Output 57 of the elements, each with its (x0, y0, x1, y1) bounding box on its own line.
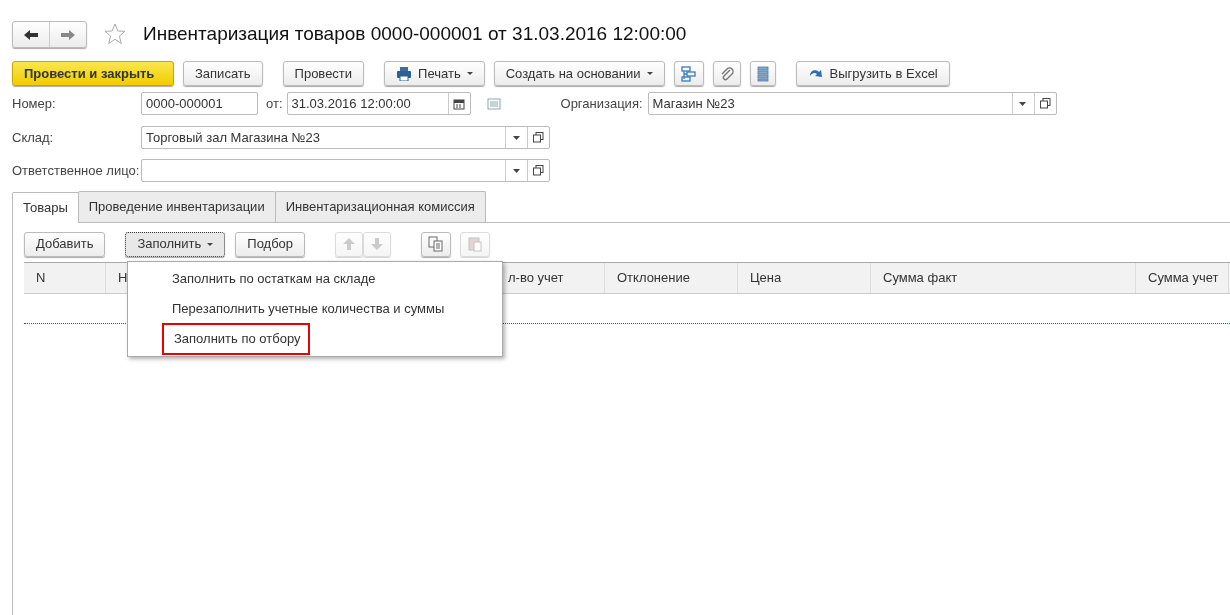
caret-icon (512, 168, 521, 173)
caret-icon (207, 242, 214, 246)
open-icon (1039, 98, 1051, 109)
column-header[interactable]: N (24, 262, 106, 293)
field-label: Номер: (12, 94, 57, 113)
caret-icon (466, 72, 473, 75)
input-field[interactable] (141, 159, 550, 182)
button[interactable]: Выгрузить в Excel (795, 61, 950, 86)
dropdown-button[interactable]: Заполнить (125, 231, 226, 257)
tab[interactable]: Товары (12, 192, 79, 223)
column-header[interactable]: Сумма факт (871, 262, 1136, 293)
tab[interactable]: Инвентаризационная комиссия (274, 191, 486, 222)
column-header[interactable]: Цена (738, 262, 871, 293)
menu-item[interactable]: Заполнить по остаткам на складе (162, 265, 384, 293)
icon-button[interactable] (749, 61, 776, 86)
button[interactable]: Записать (183, 61, 263, 86)
field-label: Организация: (560, 94, 643, 113)
button[interactable]: Провести (282, 61, 365, 86)
field-label: Склад: (12, 128, 55, 147)
open-icon (533, 132, 544, 143)
dropdown-button[interactable]: Печать (384, 61, 485, 86)
dropdown-button[interactable]: Создать на основании (493, 61, 665, 86)
window-title: Инвентаризация товаров 0000-000001 от 31.03.2016 12:00:00 (143, 21, 687, 46)
structure-icon (680, 65, 697, 82)
forward-arrow-icon (60, 28, 76, 41)
paste-icon (467, 236, 484, 252)
comment-icon (486, 98, 501, 111)
input-field[interactable]: Магазин №23 (647, 92, 1057, 115)
button[interactable]: Подбор (235, 231, 306, 257)
up-arrow-icon (342, 237, 357, 251)
icon-button[interactable] (421, 231, 452, 257)
field-label: Ответственное лицо: (12, 161, 141, 180)
calendar-icon (453, 97, 465, 110)
back-arrow-icon (23, 28, 39, 41)
icon-button[interactable] (712, 61, 741, 86)
button[interactable]: Провести и закрыть (12, 61, 174, 86)
field-label: от: (266, 94, 283, 113)
printer-icon (396, 66, 413, 81)
paperclip-icon (719, 65, 734, 82)
caret-icon (646, 72, 653, 75)
down-arrow-icon (370, 237, 385, 251)
caret-icon (1019, 101, 1028, 106)
input-field[interactable]: 0000-000001 (141, 92, 258, 115)
copy-icon (428, 236, 445, 252)
input-field[interactable]: Торговый зал Магазина №23 (141, 126, 550, 149)
menu-item[interactable]: Перезаполнить учетные количества и суммы (162, 295, 453, 323)
button[interactable]: Добавить (24, 231, 106, 257)
column-header[interactable]: Сумма учет (1136, 262, 1229, 293)
column-header[interactable]: Отклонение (605, 262, 738, 293)
caret-icon (512, 135, 521, 140)
list-icon (756, 65, 769, 82)
input-field[interactable]: 31.03.2016 12:00:00 (286, 92, 471, 115)
menu-item[interactable]: Заполнить по отбору (162, 323, 311, 355)
star-icon[interactable] (103, 22, 127, 46)
tab[interactable]: Проведение инвентаризации (77, 191, 276, 222)
icon-button[interactable] (673, 61, 704, 86)
open-icon (533, 165, 544, 176)
